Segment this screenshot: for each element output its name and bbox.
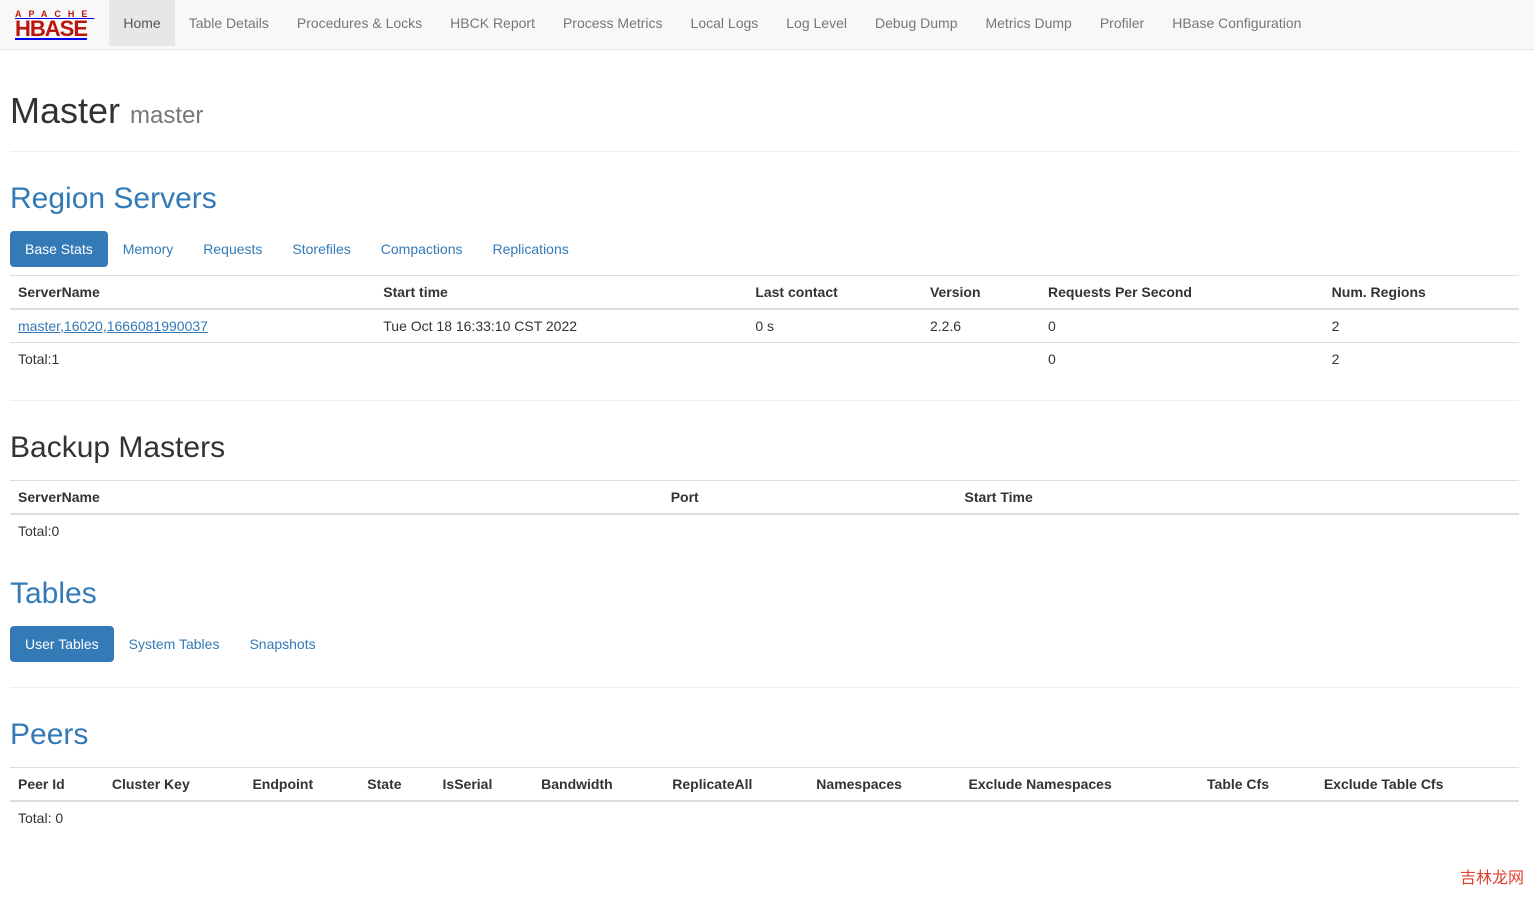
backup-masters-section: Backup Masters ServerNamePortStart Time … <box>10 431 1519 547</box>
peers-section: Peers Peer IdCluster KeyEndpointStateIsS… <box>10 718 1519 834</box>
total-rps: 0 <box>1040 343 1324 376</box>
column-header: Exclude Namespaces <box>961 768 1199 802</box>
tab-item[interactable]: Requests <box>188 231 277 267</box>
column-header: Bandwidth <box>533 768 664 802</box>
page-title-main: Master <box>10 90 120 131</box>
cell-last: 0 s <box>747 309 922 343</box>
table-total-row: Total:1 02 <box>10 343 1519 376</box>
top-navbar: APACHE HBASE HomeTable DetailsProcedures… <box>0 0 1534 50</box>
tab-item[interactable]: Storefiles <box>277 231 365 267</box>
total-regions: 2 <box>1324 343 1519 376</box>
cell-rps: 0 <box>1040 309 1324 343</box>
tables-heading[interactable]: Tables <box>10 577 97 610</box>
nav-item[interactable]: Profiler <box>1086 0 1158 46</box>
backup-masters-total: Total:0 <box>10 514 1519 547</box>
tab-item[interactable]: Replications <box>477 231 583 267</box>
page-title: Master master <box>10 90 1519 132</box>
column-header: ReplicateAll <box>664 768 808 802</box>
table-row: master,16020,1666081990037 Tue Oct 18 16:… <box>10 309 1519 343</box>
column-header: Endpoint <box>244 768 359 802</box>
nav-item[interactable]: Table Details <box>175 0 283 46</box>
column-header: Namespaces <box>808 768 960 802</box>
column-header: IsSerial <box>435 768 534 802</box>
region-servers-heading[interactable]: Region Servers <box>10 182 217 215</box>
page-title-sub: master <box>130 102 203 129</box>
column-header: Last contact <box>747 276 922 310</box>
tab-item[interactable]: Base Stats <box>10 231 108 267</box>
column-header: Num. Regions <box>1324 276 1519 310</box>
nav-item[interactable]: Debug Dump <box>861 0 972 46</box>
column-header: Requests Per Second <box>1040 276 1324 310</box>
column-header: ServerName <box>10 481 663 515</box>
peers-total: Total: 0 <box>10 801 1519 834</box>
column-header: Peer Id <box>10 768 104 802</box>
tab-item[interactable]: System Tables <box>114 626 235 662</box>
tab-item[interactable]: User Tables <box>10 626 114 662</box>
column-header: Start Time <box>957 481 1519 515</box>
column-header: Port <box>663 481 957 515</box>
cell-version: 2.2.6 <box>922 309 1040 343</box>
region-servers-tabs: Base StatsMemoryRequestsStorefilesCompac… <box>10 231 1519 267</box>
region-servers-table: ServerNameStart timeLast contactVersionR… <box>10 275 1519 375</box>
table-row: Total: 0 <box>10 801 1519 834</box>
page-header: Master master <box>10 90 1519 152</box>
nav-item[interactable]: HBCK Report <box>436 0 549 46</box>
watermark: 吉林龙网 <box>1460 864 1524 888</box>
tables-tabs: User TablesSystem TablesSnapshots <box>10 626 1519 662</box>
nav-list: HomeTable DetailsProcedures & LocksHBCK … <box>109 0 1315 49</box>
peers-table: Peer IdCluster KeyEndpointStateIsSerialB… <box>10 767 1519 834</box>
region-servers-section: Region Servers Base StatsMemoryRequestsS… <box>10 182 1519 375</box>
nav-item[interactable]: Procedures & Locks <box>283 0 436 46</box>
nav-item[interactable]: Metrics Dump <box>971 0 1085 46</box>
cell-start: Tue Oct 18 16:33:10 CST 2022 <box>375 309 747 343</box>
nav-item[interactable]: Log Level <box>772 0 861 46</box>
tab-item[interactable]: Snapshots <box>234 626 330 662</box>
backup-masters-table: ServerNamePortStart Time Total:0 <box>10 480 1519 547</box>
peers-heading[interactable]: Peers <box>10 718 88 751</box>
nav-item[interactable]: Process Metrics <box>549 0 677 46</box>
logo-bottom-text: HBASE <box>15 19 94 39</box>
backup-masters-heading: Backup Masters <box>10 431 1519 465</box>
tables-section: Tables User TablesSystem TablesSnapshots <box>10 577 1519 662</box>
column-header: ServerName <box>10 276 375 310</box>
total-label: Total:1 <box>10 343 375 376</box>
nav-item[interactable]: Local Logs <box>677 0 773 46</box>
column-header: Cluster Key <box>104 768 245 802</box>
nav-item[interactable]: HBase Configuration <box>1158 0 1315 46</box>
column-header: Exclude Table Cfs <box>1316 768 1519 802</box>
column-header: Table Cfs <box>1199 768 1316 802</box>
column-header: Start time <box>375 276 747 310</box>
server-link[interactable]: master,16020,1666081990037 <box>18 318 208 334</box>
brand-logo[interactable]: APACHE HBASE <box>0 0 109 49</box>
column-header: Version <box>922 276 1040 310</box>
tab-item[interactable]: Memory <box>108 231 189 267</box>
tab-item[interactable]: Compactions <box>366 231 478 267</box>
nav-item[interactable]: Home <box>109 0 174 46</box>
table-row: Total:0 <box>10 514 1519 547</box>
cell-regions: 2 <box>1324 309 1519 343</box>
column-header: State <box>359 768 434 802</box>
